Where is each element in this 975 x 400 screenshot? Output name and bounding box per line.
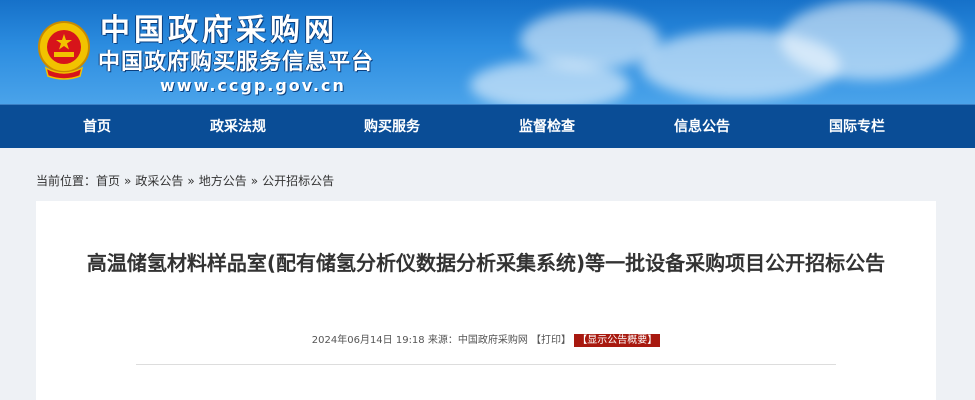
breadcrumb-item-open-tender[interactable]: 公开招标公告 — [262, 174, 334, 188]
breadcrumb-separator: » — [124, 174, 132, 188]
article-title: 高温储氢材料样品室(配有储氢分析仪数据分析采集系统)等一批设备采购项目公开招标公… — [86, 251, 886, 275]
national-emblem-icon — [38, 21, 90, 80]
nav-item-purchase-services[interactable]: 购买服务 — [327, 105, 457, 149]
breadcrumb-item-gov-announcements[interactable]: 政采公告 — [135, 174, 183, 188]
site-subtitle: 中国政府购买服务信息平台 — [98, 50, 375, 75]
breadcrumb-prefix: 当前位置： — [36, 174, 97, 188]
site-url: www.ccgp.gov.cn — [160, 76, 346, 95]
breadcrumb: 当前位置：首页» 政采公告» 地方公告» 公开招标公告 — [36, 172, 334, 190]
site-header-banner: 中国政府采购网 中国政府购买服务信息平台 www.ccgp.gov.cn — [0, 0, 975, 104]
nav-item-announcements[interactable]: 信息公告 — [637, 105, 767, 149]
breadcrumb-item-home[interactable]: 首页 — [96, 174, 120, 188]
nav-item-home[interactable]: 首页 — [32, 105, 162, 149]
divider — [136, 364, 836, 365]
article-source: 中国政府采购网 — [457, 335, 528, 346]
cloud-decoration — [470, 60, 630, 104]
print-button[interactable]: 【打印】 — [531, 335, 571, 346]
article-meta: 2024年06月14日 19:18 来源：中国政府采购网 【打印】 【显示公告概… — [36, 333, 936, 349]
show-summary-button[interactable]: 【显示公告概要】 — [574, 334, 661, 347]
main-nav: 首页 政采法规 购买服务 监督检查 信息公告 国际专栏 — [0, 104, 975, 148]
site-name: 中国政府采购网 — [100, 13, 338, 48]
nav-item-regulations[interactable]: 政采法规 — [173, 105, 303, 149]
cloud-decoration — [780, 0, 960, 80]
article-datetime: 2024年06月14日 19:18 — [311, 335, 425, 346]
article-panel: 高温储氢材料样品室(配有储氢分析仪数据分析采集系统)等一批设备采购项目公开招标公… — [36, 201, 936, 400]
breadcrumb-separator: » — [250, 174, 259, 188]
source-label: 来源： — [427, 335, 458, 346]
nav-item-supervision[interactable]: 监督检查 — [482, 105, 612, 149]
nav-item-international[interactable]: 国际专栏 — [792, 105, 922, 149]
breadcrumb-item-local-announcements[interactable]: 地方公告 — [199, 174, 247, 188]
breadcrumb-separator: » — [187, 174, 195, 188]
